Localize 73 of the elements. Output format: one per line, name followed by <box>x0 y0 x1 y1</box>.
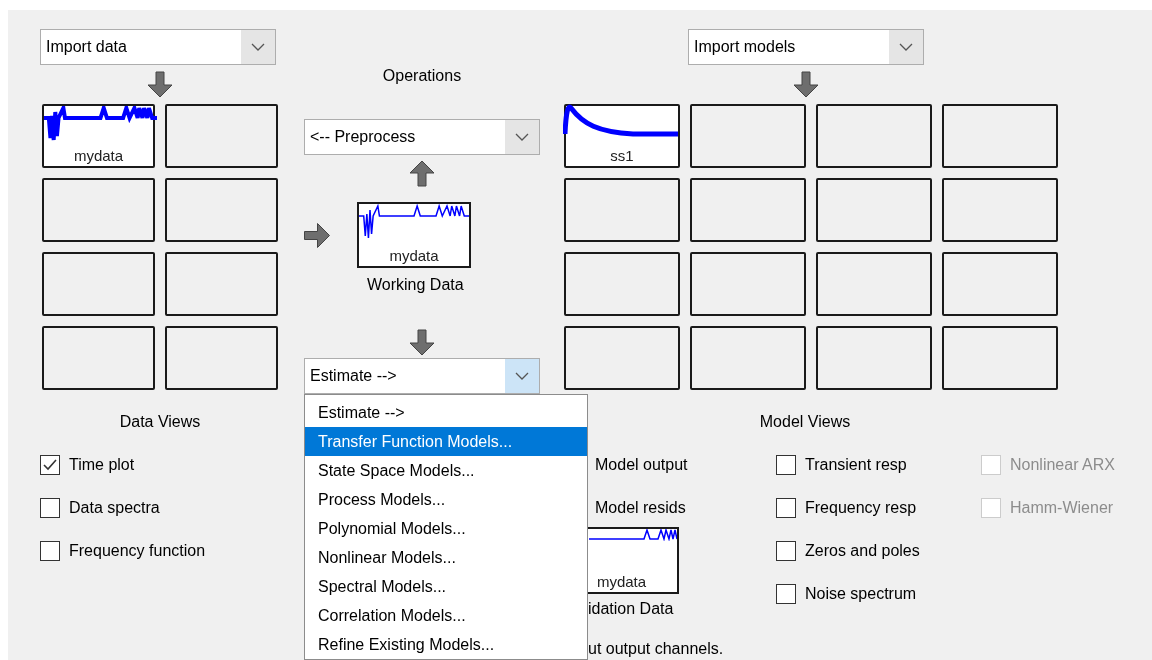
menu-item[interactable]: State Space Models... <box>305 456 587 485</box>
empty-slot[interactable] <box>816 326 932 390</box>
working-data-caption: Working Data <box>367 275 465 295</box>
checkbox-label: Nonlinear ARX <box>1010 455 1115 474</box>
slot-label: mydata <box>389 247 439 265</box>
preprocess-dropdown[interactable]: <-- Preprocess <box>304 119 540 155</box>
checkbox[interactable] <box>776 497 796 518</box>
caret-icon <box>251 43 265 51</box>
estimate-dropdown[interactable]: Estimate --> <box>304 358 540 394</box>
checkbox-label: Model resids <box>594 498 687 518</box>
caret-icon <box>899 43 913 51</box>
empty-slot[interactable] <box>165 178 278 242</box>
checkbox-label: Hamm-Wiener <box>1010 498 1114 517</box>
menu-item[interactable]: Process Models... <box>305 485 587 514</box>
empty-slot[interactable] <box>816 252 932 316</box>
section-title: Data Views <box>118 413 202 431</box>
hint-text: ut output channels. <box>587 639 725 659</box>
checkbox-label: Transient resp <box>805 455 907 474</box>
empty-slot[interactable] <box>942 252 1058 316</box>
empty-slot[interactable] <box>690 326 806 390</box>
checkmark-icon <box>42 457 58 472</box>
caret-icon <box>515 133 529 141</box>
right-arrow-icon <box>304 221 330 249</box>
menu-item[interactable]: Estimate --> <box>305 398 587 427</box>
menu-item[interactable]: Refine Existing Models... <box>305 630 587 659</box>
empty-slot[interactable] <box>564 326 680 390</box>
section-title: Model Views <box>758 413 852 431</box>
down-arrow-icon <box>793 71 819 98</box>
data-slot[interactable]: mydata <box>42 104 155 168</box>
checkbox-label: Data spectra <box>69 498 160 517</box>
empty-slot[interactable] <box>564 252 680 316</box>
checkbox[interactable] <box>776 454 796 475</box>
checkbox[interactable] <box>40 454 60 475</box>
import-models-dropdown[interactable]: Import models <box>688 29 924 65</box>
section-title: Operations <box>381 67 463 86</box>
empty-slot[interactable] <box>690 104 806 168</box>
checkbox[interactable] <box>776 540 796 561</box>
empty-slot[interactable] <box>816 104 932 168</box>
empty-slot[interactable] <box>165 252 278 316</box>
empty-slot[interactable] <box>942 326 1058 390</box>
checkbox-label: Noise spectrum <box>805 584 917 603</box>
checkbox-label: Frequency resp <box>805 498 917 517</box>
empty-slot[interactable] <box>165 326 278 390</box>
slot-label: mydata <box>73 147 124 165</box>
model-slot[interactable]: ss1 <box>564 104 680 168</box>
down-arrow-icon <box>409 329 435 356</box>
slot-label: mydata <box>596 573 647 591</box>
import-data-dropdown[interactable]: Import data <box>40 29 276 65</box>
checkbox-label: Frequency function <box>69 541 206 560</box>
up-arrow-icon <box>409 160 435 187</box>
checkbox-label: Zeros and poles <box>805 541 920 560</box>
empty-slot[interactable] <box>942 178 1058 242</box>
checkbox[interactable] <box>40 540 60 561</box>
working-data-slot[interactable]: mydata <box>357 202 471 268</box>
empty-slot[interactable] <box>816 178 932 242</box>
down-arrow-icon <box>147 71 173 98</box>
empty-slot[interactable] <box>564 178 680 242</box>
menu-item[interactable]: Correlation Models... <box>305 601 587 630</box>
empty-slot[interactable] <box>42 252 155 316</box>
caret-icon <box>515 372 529 380</box>
empty-slot[interactable] <box>42 326 155 390</box>
checkbox-label: Time plot <box>69 455 135 474</box>
slot-label: ss1 <box>610 147 634 165</box>
empty-slot[interactable] <box>690 178 806 242</box>
empty-slot[interactable] <box>165 104 278 168</box>
menu-item[interactable]: Transfer Function Models... <box>305 427 587 456</box>
empty-slot[interactable] <box>690 252 806 316</box>
validation-data-caption: idation Data <box>587 599 675 619</box>
checkbox-label: Model output <box>594 455 689 475</box>
empty-slot[interactable] <box>942 104 1058 168</box>
checkbox[interactable] <box>776 583 796 604</box>
checkbox[interactable] <box>40 497 60 518</box>
empty-slot[interactable] <box>42 178 155 242</box>
